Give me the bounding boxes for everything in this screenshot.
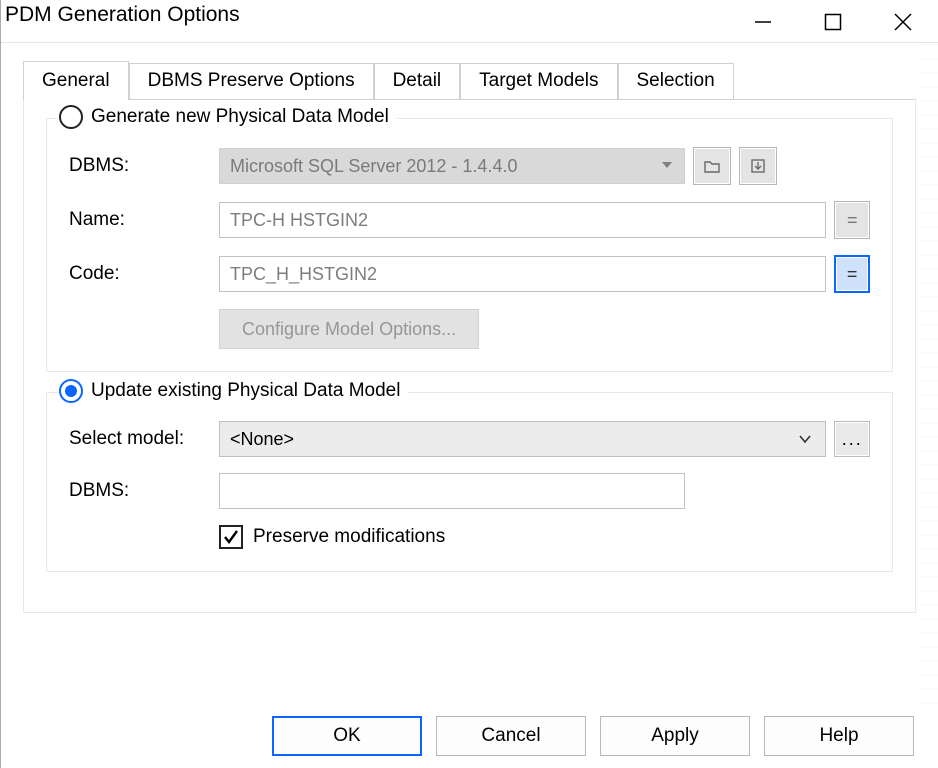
dialog-buttons: OK Cancel Apply Help [1,716,938,756]
tab-detail[interactable]: Detail [374,63,461,100]
preserve-modifications-label: Preserve modifications [253,526,445,548]
window-title: PDM Generation Options [5,3,240,27]
group-update-legend[interactable]: Update existing Physical Data Model [57,379,408,403]
tab-target-models[interactable]: Target Models [460,63,617,100]
help-button[interactable]: Help [764,716,914,756]
code-input-value: TPC_H_HSTGIN2 [230,264,377,285]
row-name: Name: TPC-H HSTGIN2 = [69,201,870,239]
close-button[interactable] [868,3,938,41]
group-update-existing: Update existing Physical Data Model Sele… [46,392,893,572]
row-preserve-mods: Preserve modifications [219,525,870,549]
close-icon [892,11,914,33]
tab-label: General [42,70,110,91]
dbms-folder-button[interactable] [693,147,731,185]
equals-icon: = [847,264,858,285]
ok-button[interactable]: OK [272,716,422,756]
update-dbms-value [219,473,685,509]
row-update-dbms: DBMS: [69,473,870,509]
tab-label: Target Models [479,70,598,91]
group-generate-legend-text: Generate new Physical Data Model [91,106,389,128]
dbms-label: DBMS: [69,155,219,177]
preserve-modifications-checkbox[interactable] [219,525,243,549]
group-generate-legend[interactable]: Generate new Physical Data Model [57,105,397,129]
minimize-button[interactable] [728,3,798,41]
group-generate-new: Generate new Physical Data Model DBMS: M… [46,118,893,372]
chevron-down-icon [791,422,819,456]
code-label: Code: [69,263,219,285]
folder-icon [703,157,721,175]
tab-content-general: Generate new Physical Data Model DBMS: M… [23,99,916,613]
name-input-value: TPC-H HSTGIN2 [230,210,368,231]
decorative-right-strip [920,44,938,708]
select-model-value: <None> [230,429,294,450]
name-sync-button[interactable]: = [834,201,870,239]
select-model-browse-button[interactable]: ... [834,421,870,457]
ok-label: OK [333,725,360,747]
configure-model-options-label: Configure Model Options... [242,319,456,340]
cancel-label: Cancel [481,725,540,747]
name-input[interactable]: TPC-H HSTGIN2 [219,202,826,238]
dbms-combo-value: Microsoft SQL Server 2012 - 1.4.4.0 [230,156,517,177]
dbms-import-button[interactable] [739,147,777,185]
radio-update-existing[interactable] [59,379,83,403]
apply-button[interactable]: Apply [600,716,750,756]
checkmark-icon [222,528,240,546]
minimize-icon [753,12,773,32]
tab-general[interactable]: General [23,61,129,100]
radio-generate-new[interactable] [59,105,83,129]
code-sync-button[interactable]: = [834,255,870,293]
select-model-combo[interactable]: <None> [219,421,826,457]
group-update-legend-text: Update existing Physical Data Model [91,380,400,402]
row-select-model: Select model: <None> ... [69,421,870,457]
tab-label: Detail [393,70,442,91]
equals-icon: = [847,210,858,231]
maximize-button[interactable] [798,3,868,41]
update-dbms-label: DBMS: [69,480,219,502]
row-code: Code: TPC_H_HSTGIN2 = [69,255,870,293]
select-model-label: Select model: [69,428,219,450]
tab-label: DBMS Preserve Options [148,70,355,91]
row-dbms: DBMS: Microsoft SQL Server 2012 - 1.4.4.… [69,147,870,185]
apply-label: Apply [651,725,699,747]
dbms-combo[interactable]: Microsoft SQL Server 2012 - 1.4.4.0 [219,148,685,184]
cancel-button[interactable]: Cancel [436,716,586,756]
titlebar: PDM Generation Options [1,0,938,43]
tab-label: Selection [637,70,715,91]
chevron-down-icon [660,156,674,177]
name-label: Name: [69,209,219,231]
code-input[interactable]: TPC_H_HSTGIN2 [219,256,826,292]
help-label: Help [819,725,858,747]
window-controls [728,3,938,41]
configure-model-options-button[interactable]: Configure Model Options... [219,309,479,349]
row-configure: Configure Model Options... [69,309,870,349]
tab-dbms-preserve-options[interactable]: DBMS Preserve Options [129,63,374,100]
maximize-icon [823,12,843,32]
tab-selection[interactable]: Selection [618,63,734,100]
ellipsis-icon: ... [842,429,863,450]
tabstrip: General DBMS Preserve Options Detail Tar… [1,61,938,100]
import-icon [749,157,767,175]
